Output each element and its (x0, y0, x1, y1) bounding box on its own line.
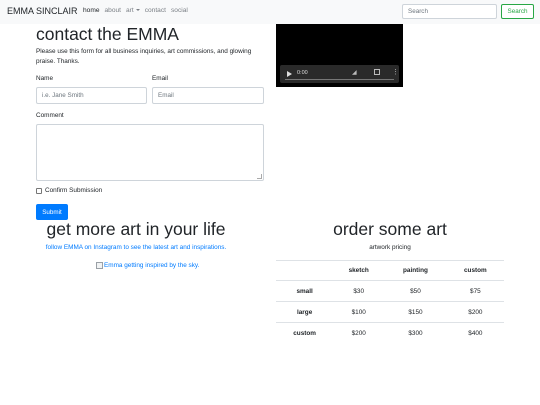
volume-icon[interactable]: ◢ (352, 69, 357, 76)
table-row: small $30 $50 $75 (276, 280, 504, 302)
nav-home[interactable]: home (83, 7, 100, 14)
resize-grip-icon[interactable] (257, 174, 262, 179)
broken-image-icon (96, 262, 103, 269)
table-row: large $100 $150 $200 (276, 301, 504, 323)
submit-button[interactable]: Submit (36, 204, 68, 220)
pricing-subtitle: artwork pricing (369, 244, 411, 251)
name-label: Name (36, 75, 54, 82)
play-icon[interactable] (287, 71, 292, 77)
nav-contact[interactable]: contact (145, 7, 166, 14)
email-field[interactable] (152, 87, 264, 104)
price-cell: $200 (446, 301, 504, 323)
column-header (276, 260, 334, 281)
row-header: small (276, 280, 334, 302)
comment-textarea[interactable] (36, 124, 264, 181)
search-button[interactable]: Search (501, 4, 534, 19)
navbar: EMMA SINCLAIR home about art contact soc… (0, 0, 540, 24)
table-row: custom $200 $300 $400 (276, 322, 504, 344)
more-options-icon[interactable]: ⋮ (392, 68, 399, 76)
column-header: sketch (333, 260, 385, 281)
brand-link[interactable]: EMMA SINCLAIR (7, 6, 78, 16)
email-label: Email (152, 75, 168, 82)
order-title: order some art (333, 219, 447, 239)
nav-art-label: art (126, 7, 134, 14)
price-cell: $200 (333, 322, 385, 344)
nav-art-dropdown[interactable]: art (126, 7, 140, 14)
price-cell: $100 (333, 301, 385, 323)
contact-intro: Please use this form for all business in… (36, 48, 252, 65)
price-cell: $75 (446, 280, 504, 302)
art-title: get more art in your life (46, 219, 226, 239)
video-player[interactable]: 0:00 ◢ ⋮ (276, 24, 403, 87)
price-cell: $30 (333, 280, 385, 302)
confirm-checkbox[interactable] (36, 187, 42, 194)
video-time: 0:00 (297, 70, 308, 76)
video-controls: 0:00 ◢ ⋮ (280, 65, 399, 83)
art-image-link[interactable]: Emma getting inspired by the sky. (96, 262, 199, 269)
fullscreen-icon[interactable] (374, 69, 380, 75)
price-cell: $300 (384, 322, 447, 344)
pricing-header-row: sketch painting custom (276, 260, 504, 281)
row-header: custom (276, 322, 334, 344)
search-input[interactable] (402, 4, 497, 19)
confirm-label[interactable]: Confirm Submission (45, 187, 102, 194)
video-progress-track[interactable] (285, 79, 394, 80)
instagram-link[interactable]: follow EMMA on Instagram to see the late… (36, 244, 236, 251)
caret-down-icon (135, 8, 140, 11)
art-image-alt: Emma getting inspired by the sky. (104, 262, 200, 269)
price-cell: $150 (384, 301, 447, 323)
comment-label: Comment (36, 112, 64, 119)
pricing-table: sketch painting custom small $30 $50 $75… (276, 260, 504, 344)
nav-about[interactable]: about (105, 7, 122, 14)
contact-title: contact the EMMA (36, 24, 179, 44)
price-cell: $400 (446, 322, 504, 344)
name-field[interactable] (36, 87, 147, 104)
confirm-row: Confirm Submission (36, 187, 102, 194)
nav-links: home about art contact social (83, 7, 188, 14)
column-header: painting (384, 260, 447, 281)
price-cell: $50 (384, 280, 447, 302)
column-header: custom (446, 260, 504, 281)
row-header: large (276, 301, 334, 323)
nav-social[interactable]: social (171, 7, 188, 14)
